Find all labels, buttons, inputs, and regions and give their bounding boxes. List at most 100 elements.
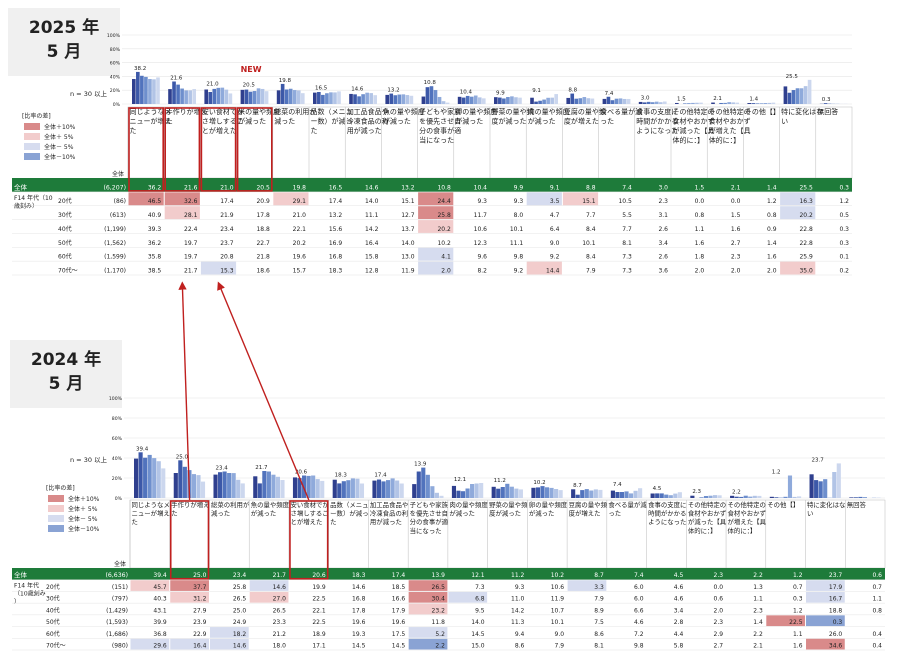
table-cell: 20.2 — [293, 240, 307, 247]
table-cell: 37.7 — [193, 584, 207, 591]
table-cell: 14.2 — [365, 226, 379, 233]
table-cell: 27.0 — [273, 596, 287, 603]
table-cell: 0.3 — [833, 619, 843, 626]
category-label: 総菜の利用が — [211, 500, 250, 509]
table-cell: 13.2 — [401, 184, 415, 191]
bar-value-label: 23.4 — [215, 466, 228, 472]
table-cell: 0.0 — [714, 584, 724, 591]
category-label: 野菜の量や頻 — [489, 500, 528, 509]
bar-value-label: 21.0 — [206, 82, 219, 88]
bar-3-4 — [256, 88, 261, 104]
table-cell: 7.3 — [475, 584, 485, 591]
y-tick-label: 60% — [112, 436, 123, 442]
bar-16-3 — [723, 102, 727, 104]
table-cell: 10.4 — [474, 184, 488, 191]
table-cell: 17.5 — [392, 631, 406, 638]
category-label: 魚の量や頻度 — [251, 500, 290, 509]
bar-15-4 — [748, 496, 753, 498]
table-cell: 0.4 — [872, 643, 882, 650]
y-tick-label: 20% — [112, 476, 123, 482]
bar-1-0 — [168, 89, 172, 104]
table-cell: 23.4 — [220, 226, 234, 233]
bar-2-5 — [224, 89, 229, 104]
bar-4-4 — [311, 475, 316, 498]
bar-5-6 — [337, 91, 341, 104]
bar-13-1 — [655, 493, 660, 498]
table-cell: 2.3 — [658, 198, 668, 205]
category-label: た — [132, 518, 138, 526]
table-cell: 2.0 — [695, 268, 705, 275]
table-cell: 7.9 — [594, 596, 604, 603]
table-cell: 21.7 — [273, 572, 287, 579]
table-cell: 23.7 — [829, 572, 843, 579]
table-cell: 2.0 — [714, 607, 724, 614]
table-cell: 14.5 — [471, 631, 485, 638]
category-label: 体的に：】 — [709, 136, 741, 145]
bar-1-5 — [188, 90, 192, 104]
bar-12-0 — [610, 490, 615, 498]
y-tick-label: 80% — [112, 416, 123, 422]
table-cell: 9.2 — [514, 268, 524, 275]
bar-1-4 — [191, 474, 197, 498]
category-label: ニューが増え — [132, 509, 170, 518]
table-cell: 0.3 — [839, 240, 849, 247]
bar-10-3 — [544, 487, 550, 498]
table-cell: 38.5 — [148, 268, 162, 275]
table-cell: 22.9 — [193, 631, 207, 638]
bar-10-5 — [554, 489, 559, 498]
bar-8-1 — [425, 87, 430, 104]
bar-3-3 — [266, 471, 271, 498]
bar-3-1 — [244, 89, 249, 104]
category-label: が減った — [383, 117, 411, 126]
table-cell: 2.0 — [767, 268, 777, 275]
bar-2-3 — [227, 473, 232, 498]
table-cell: 10.2 — [551, 572, 565, 579]
table-cell: 21.2 — [273, 631, 287, 638]
table-cell: 19.8 — [293, 184, 307, 191]
bar-1-6 — [192, 89, 196, 104]
bar-5-1 — [317, 91, 321, 104]
table-cell: 0.3 — [793, 596, 803, 603]
table-cell: 11.8 — [432, 619, 446, 626]
table-cell: 8.4 — [586, 254, 596, 261]
bar-9-1 — [461, 97, 466, 104]
table-cell: 23.4 — [233, 572, 247, 579]
table-cell: 8.9 — [594, 607, 604, 614]
category-label: 分の食事が適 — [410, 517, 449, 526]
bar-value-label: 19.8 — [279, 78, 292, 84]
table-cell: 1.1 — [695, 226, 705, 233]
table-cell: 18.8 — [256, 226, 270, 233]
bar-12-6 — [590, 98, 595, 104]
bar-value-label: 9.9 — [496, 90, 505, 96]
bar-16-3 — [783, 496, 788, 498]
bar-7-6 — [409, 95, 414, 104]
category-label: 減った — [274, 117, 295, 126]
y-tick-label: 20% — [110, 88, 121, 94]
table-cell: 15.8 — [365, 254, 379, 261]
bar-13-0 — [650, 493, 655, 498]
bar-11-1 — [575, 494, 580, 498]
bar-value-label: 2.1 — [713, 96, 722, 102]
table-cell: 9.3 — [514, 198, 524, 205]
bar-2-6 — [228, 93, 233, 104]
category-label: 食材やおかず — [728, 509, 766, 518]
table-cell: 3.0 — [658, 184, 668, 191]
table-cell: 4.4 — [674, 631, 684, 638]
table-cell: 22.8 — [799, 226, 813, 233]
table-cell: 11.0 — [511, 596, 525, 603]
table-cell: 9.3 — [515, 584, 525, 591]
bar-16-4 — [727, 102, 731, 104]
bar-15-6 — [757, 495, 762, 498]
table-cell: 15.6 — [329, 226, 343, 233]
bar-11-4 — [546, 97, 550, 104]
table-cell: 1.3 — [753, 584, 763, 591]
legend-label: 全体－ 5% — [44, 143, 74, 151]
table-cell: 2.7 — [731, 240, 741, 247]
bar-16-0 — [711, 102, 715, 104]
row-n: (1,562) — [104, 240, 126, 247]
category-label: た — [330, 518, 336, 526]
table-cell: 15.7 — [293, 268, 307, 275]
bar-value-label: 9.1 — [532, 88, 541, 94]
bar-6-5 — [369, 93, 373, 104]
category-label: た — [311, 127, 318, 135]
